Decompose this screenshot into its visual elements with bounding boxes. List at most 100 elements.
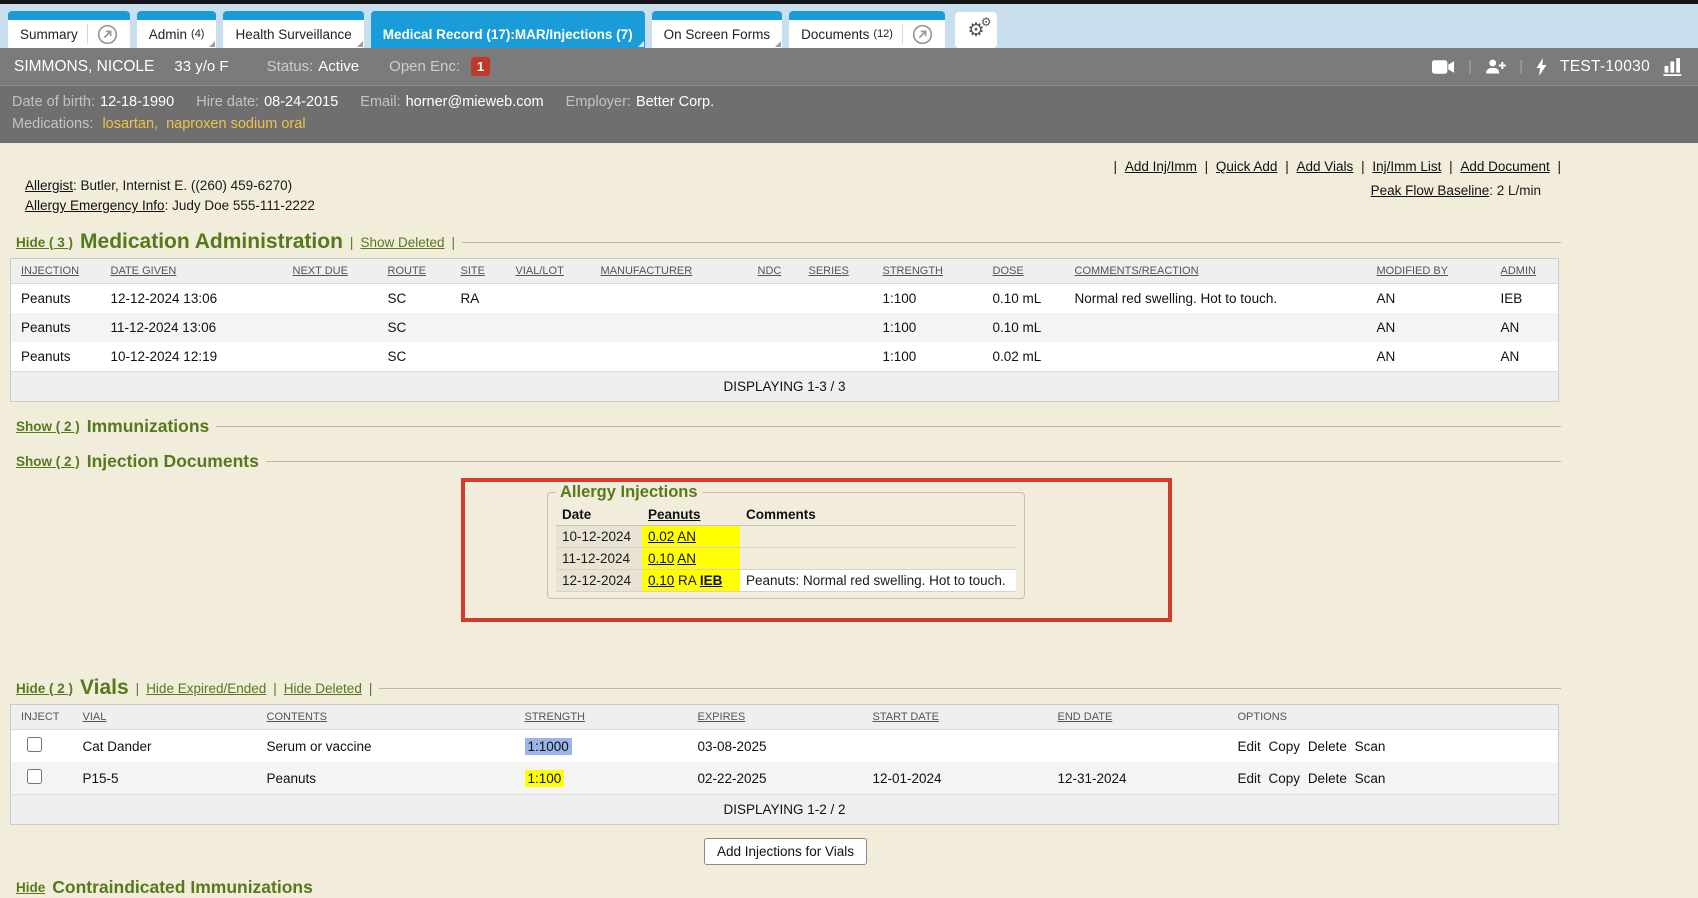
med-admin-hide-toggle[interactable]: Hide ( 3 ): [16, 235, 73, 250]
settings-button[interactable]: ⚙⚙: [955, 12, 997, 48]
medication-link[interactable]: losartan: [102, 116, 154, 132]
show-deleted-link[interactable]: Show Deleted: [360, 235, 444, 250]
tab-health-surveillance[interactable]: Health Surveillance: [223, 11, 363, 48]
col-comments: Comments: [740, 504, 1016, 526]
col-site[interactable]: SITE: [461, 265, 485, 277]
medication-administration-header: Hide ( 3 ) Medication Administration | S…: [16, 230, 1561, 254]
col-strength[interactable]: STRENGTH: [883, 265, 944, 277]
col-vial[interactable]: VIAL: [83, 711, 107, 723]
tab-admin[interactable]: Admin (4): [137, 11, 217, 48]
medication-link[interactable]: naproxen sodium oral: [166, 116, 305, 132]
col-dose[interactable]: DOSE: [993, 265, 1024, 277]
col-admin[interactable]: ADMIN: [1501, 265, 1536, 277]
col-route[interactable]: ROUTE: [388, 265, 427, 277]
initials-link[interactable]: IEB: [700, 573, 723, 588]
open-encounter-badge[interactable]: 1: [471, 57, 490, 76]
col-expires[interactable]: EXPIRES: [698, 711, 746, 723]
delete-link[interactable]: Delete: [1308, 771, 1347, 786]
col-modified-by[interactable]: MODIFIED BY: [1377, 265, 1449, 277]
initials-link[interactable]: AN: [677, 551, 696, 566]
dose-link[interactable]: 0.10: [648, 573, 674, 588]
add-inj-imm-link[interactable]: Add Inj/Imm: [1125, 159, 1197, 174]
col-end-date[interactable]: END DATE: [1058, 711, 1113, 723]
status-value: Active: [318, 58, 359, 75]
add-user-icon[interactable]: [1485, 59, 1506, 74]
allergy-injections-panel: Allergy Injections Date Peanuts Comments…: [547, 483, 1025, 599]
col-date: Date: [556, 504, 642, 526]
inject-checkbox[interactable]: [27, 737, 42, 752]
col-contents[interactable]: CONTENTS: [267, 711, 328, 723]
col-options: OPTIONS: [1228, 705, 1559, 730]
edit-link[interactable]: Edit: [1238, 771, 1261, 786]
dob-value: 12-18-1990: [100, 94, 174, 110]
col-inject: INJECT: [11, 705, 73, 730]
injection-documents-show-toggle[interactable]: Show ( 2 ): [16, 454, 80, 469]
hide-deleted-link[interactable]: Hide Deleted: [284, 681, 362, 696]
copy-link[interactable]: Copy: [1269, 771, 1301, 786]
contraindicated-hide-toggle[interactable]: Hide: [16, 880, 45, 895]
col-peanuts[interactable]: Peanuts: [642, 504, 740, 526]
immunizations-header: Show ( 2 ) Immunizations: [16, 416, 1561, 437]
tab-medical-record-label: Medical Record (17):MAR/Injections (7): [383, 27, 633, 42]
strength-highlight: 1:100: [525, 770, 565, 787]
allergist-link[interactable]: Allergist: [25, 178, 73, 193]
table-row[interactable]: Peanuts12-12-2024 13:06SCRA1:1000.10 mLN…: [11, 284, 1559, 314]
table-row[interactable]: Peanuts11-12-2024 13:06SC1:1000.10 mLANA…: [11, 313, 1559, 342]
add-document-link[interactable]: Add Document: [1460, 159, 1549, 174]
table-row: 10-12-2024 0.02 AN: [556, 526, 1016, 548]
col-injection[interactable]: INJECTION: [21, 265, 79, 277]
table-row: 11-12-2024 0.10 AN: [556, 548, 1016, 570]
tab-admin-count: (4): [191, 28, 204, 40]
tab-documents[interactable]: Documents (12): [789, 11, 945, 48]
tab-health-surveillance-label: Health Surveillance: [235, 27, 351, 42]
strength-highlight: 1:1000: [525, 738, 572, 755]
paging-status: DISPLAYING 1-3 / 3: [11, 372, 1559, 402]
initials-link[interactable]: AN: [677, 529, 696, 544]
copy-link[interactable]: Copy: [1269, 739, 1301, 754]
tab-summary[interactable]: Summary: [8, 11, 130, 48]
col-series[interactable]: SERIES: [809, 265, 849, 277]
add-vials-link[interactable]: Add Vials: [1297, 159, 1354, 174]
popout-icon[interactable]: [912, 24, 933, 45]
table-row[interactable]: Peanuts10-12-2024 12:19SC1:1000.02 mLANA…: [11, 342, 1559, 372]
col-comments-reaction[interactable]: COMMENTS/REACTION: [1075, 265, 1199, 277]
col-vial-lot[interactable]: VIAL/LOT: [516, 265, 564, 277]
popout-icon[interactable]: [97, 24, 118, 45]
allergy-injections-title: Allergy Injections: [556, 483, 702, 502]
tab-documents-count: (12): [873, 28, 893, 40]
allergy-emergency-info-link[interactable]: Allergy Emergency Info: [25, 198, 165, 213]
patient-age-sex: 33 y/o F: [174, 58, 228, 75]
quick-add-link[interactable]: Quick Add: [1216, 159, 1278, 174]
delete-link[interactable]: Delete: [1308, 739, 1347, 754]
immunizations-show-toggle[interactable]: Show ( 2 ): [16, 419, 80, 434]
hide-expired-ended-link[interactable]: Hide Expired/Ended: [146, 681, 266, 696]
tab-on-screen-forms[interactable]: On Screen Forms: [652, 11, 783, 48]
inject-checkbox[interactable]: [27, 769, 42, 784]
bar-chart-icon[interactable]: [1663, 57, 1684, 76]
lightning-bolt-icon[interactable]: [1536, 58, 1547, 76]
scan-link[interactable]: Scan: [1355, 739, 1386, 754]
tab-documents-label: Documents: [801, 27, 869, 42]
vials-hide-toggle[interactable]: Hide ( 2 ): [16, 681, 73, 696]
tab-on-screen-forms-label: On Screen Forms: [664, 27, 771, 42]
action-links-row: | Add Inj/Imm | Quick Add | Add Vials | …: [10, 159, 1561, 174]
col-manufacturer[interactable]: MANUFACTURER: [601, 265, 693, 277]
tab-medical-record[interactable]: Medical Record (17):MAR/Injections (7): [371, 11, 645, 48]
patient-header-bar: SIMMONS, NICOLE 33 y/o F Status: Active …: [0, 48, 1698, 85]
col-ndc[interactable]: NDC: [758, 265, 782, 277]
dose-link[interactable]: 0.10: [648, 551, 674, 566]
col-start-date[interactable]: START DATE: [873, 711, 939, 723]
scan-link[interactable]: Scan: [1355, 771, 1386, 786]
add-injections-for-vials-button[interactable]: Add Injections for Vials: [704, 838, 867, 865]
col-next-due[interactable]: NEXT DUE: [293, 265, 348, 277]
hire-date-label: Hire date:: [196, 94, 259, 110]
peak-flow-baseline-link[interactable]: Peak Flow Baseline: [1371, 183, 1490, 198]
dose-link[interactable]: 0.02: [648, 529, 674, 544]
edit-link[interactable]: Edit: [1238, 739, 1261, 754]
video-camera-icon[interactable]: [1432, 60, 1455, 74]
peak-flow-value: : 2 L/min: [1489, 183, 1541, 198]
col-strength[interactable]: STRENGTH: [525, 711, 586, 723]
col-date-given[interactable]: DATE GIVEN: [111, 265, 177, 277]
status-label: Status:: [267, 58, 314, 75]
inj-imm-list-link[interactable]: Inj/Imm List: [1372, 159, 1441, 174]
